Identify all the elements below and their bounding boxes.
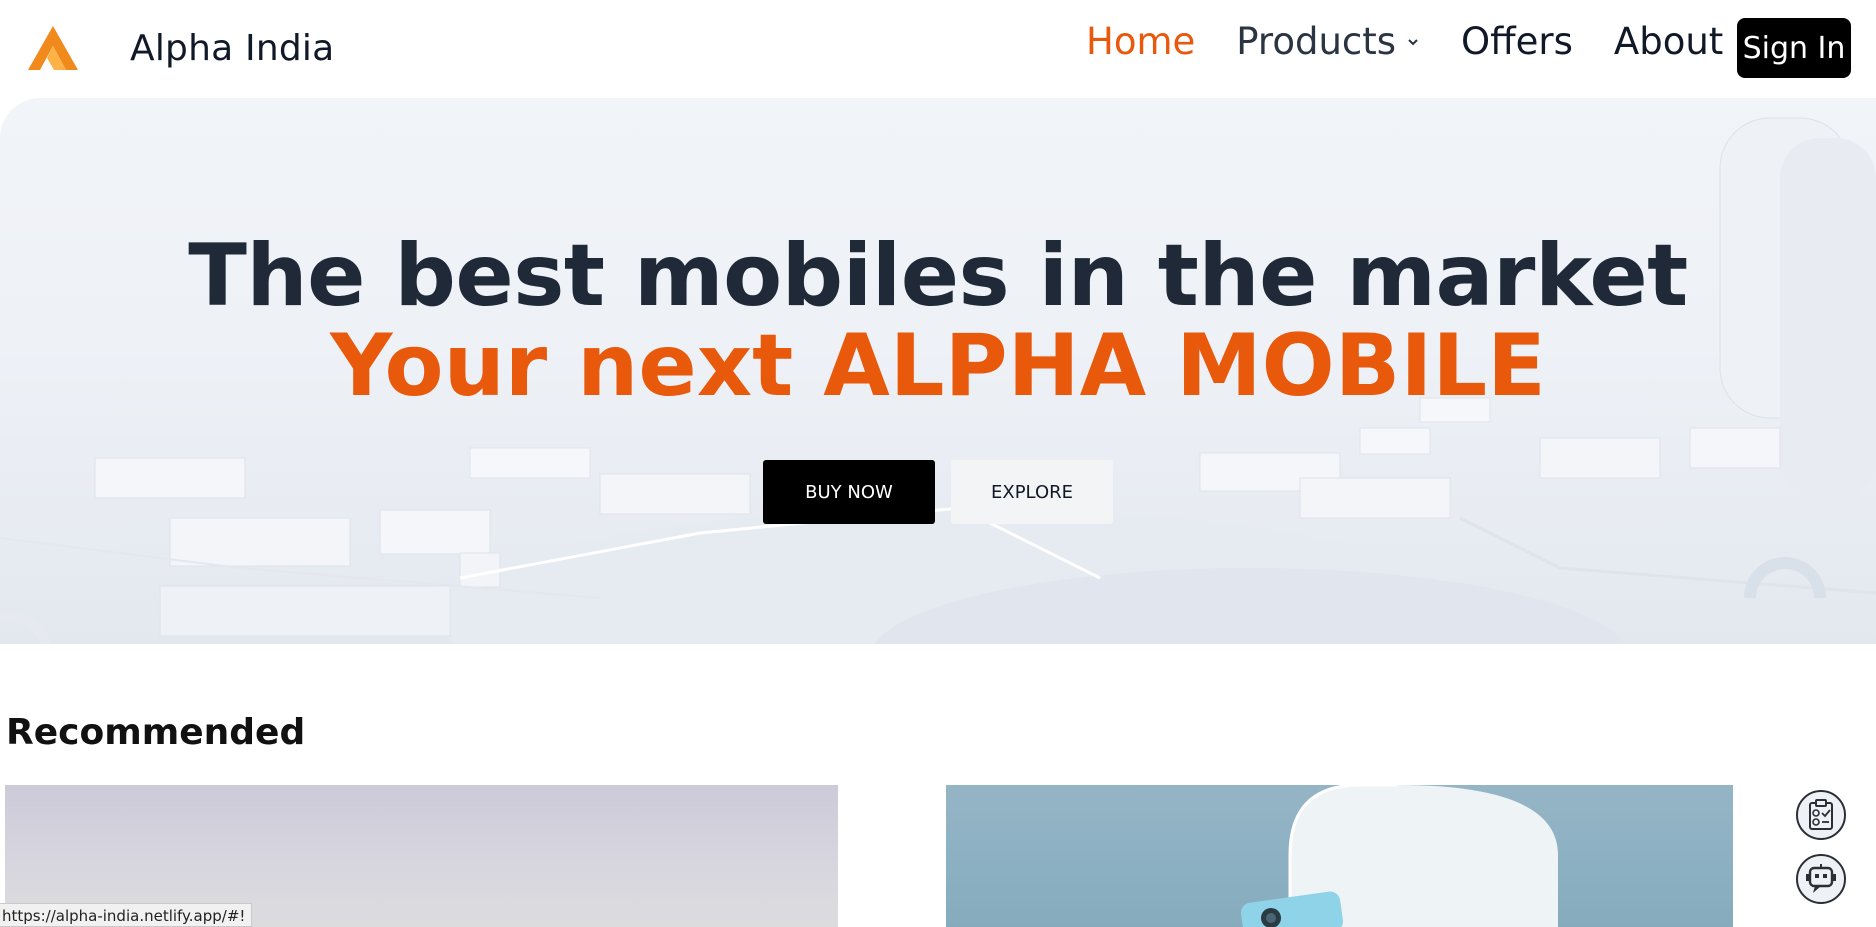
navbar: Alpha India Home Products Offers About S… [0, 0, 1876, 98]
chatbot-widget-button[interactable] [1796, 854, 1846, 904]
nav-home[interactable]: Home [1086, 20, 1195, 63]
nav-offers[interactable]: Offers [1461, 20, 1573, 63]
nav-products[interactable]: Products [1236, 20, 1420, 63]
checklist-widget-button[interactable] [1796, 790, 1846, 840]
nav-products-label: Products [1236, 20, 1397, 63]
chevron-down-icon [1408, 38, 1418, 45]
status-bar-url: https://alpha-india.netlify.app/#! [0, 903, 253, 927]
sign-in-button[interactable]: Sign In [1737, 18, 1851, 78]
brand-name[interactable]: Alpha India [130, 28, 334, 69]
checklist-icon [1809, 799, 1833, 830]
recommended-heading: Recommended [6, 712, 306, 753]
hero-subtitle: Your next ALPHA MOBILE [330, 316, 1546, 416]
chatbot-icon [1806, 864, 1836, 893]
hero-title: The best mobiles in the market [188, 226, 1688, 326]
buy-now-button[interactable]: BUY NOW [763, 460, 935, 524]
recommended-card-2[interactable] [946, 785, 1733, 927]
main-nav: Home Products Offers About [1086, 20, 1764, 63]
alpha-logo-icon[interactable] [26, 24, 80, 72]
product-image-2 [1240, 785, 1558, 927]
explore-button[interactable]: EXPLORE [951, 460, 1113, 524]
nav-about[interactable]: About [1614, 20, 1723, 63]
hero-section: The best mobiles in the market Your next… [0, 98, 1876, 644]
